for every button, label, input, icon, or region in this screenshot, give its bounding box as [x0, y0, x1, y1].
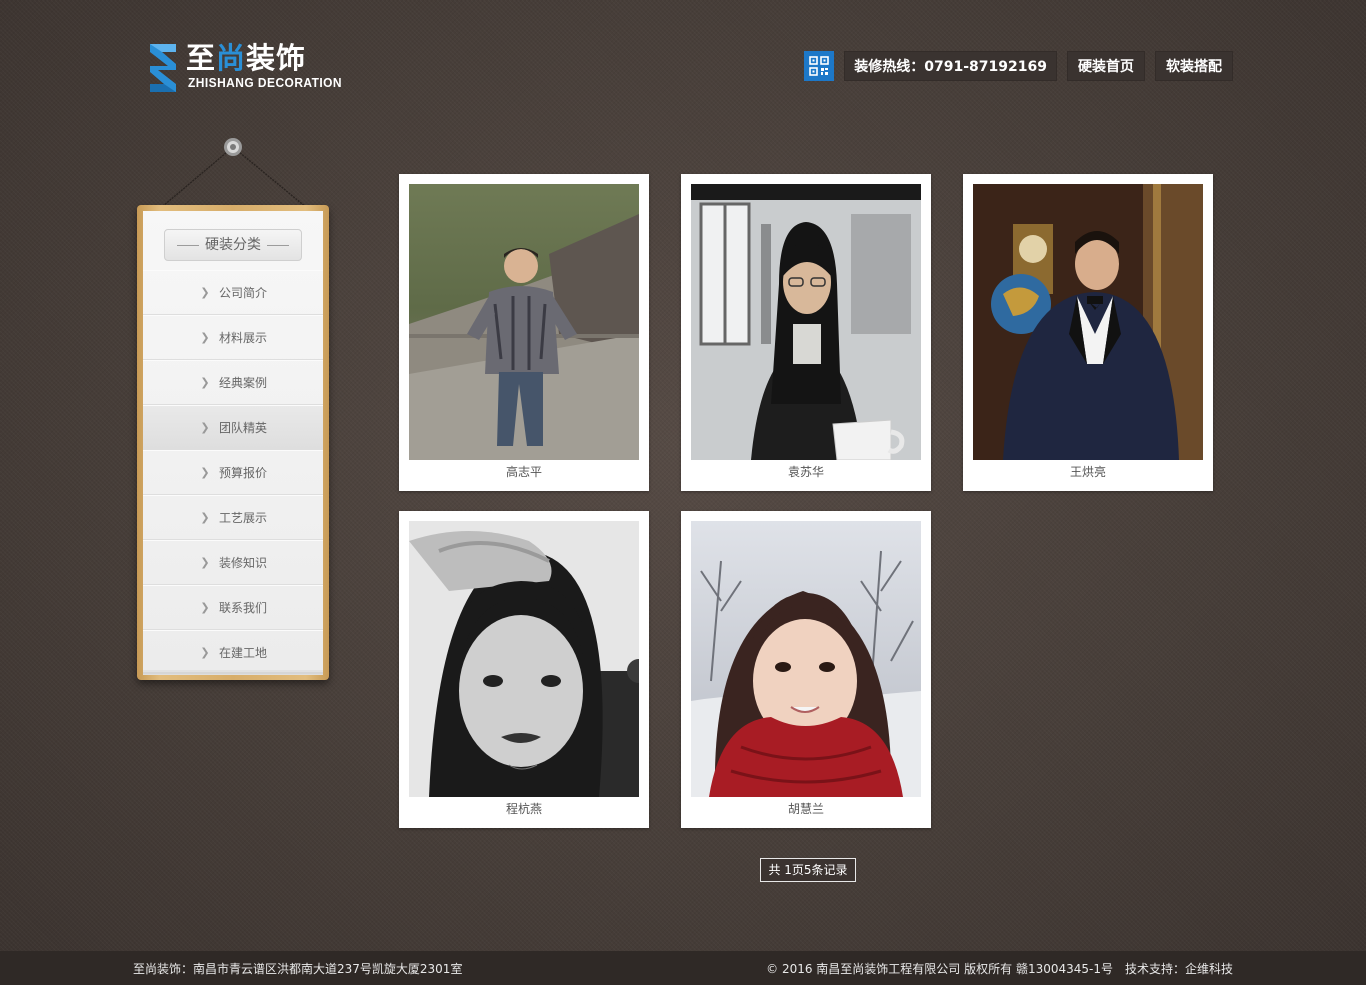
logo-mark-icon	[150, 44, 176, 92]
team-card[interactable]: 王烘亮	[963, 174, 1213, 491]
chevron-right-icon: ❯	[200, 286, 210, 299]
chevron-right-icon: ❯	[200, 556, 210, 569]
category-panel: 硬装分类 ❯ 公司简介 ❯ 材料展示 ❯ 经典案例 ❯ 团队精英 ❯ 预算报价 ❯ 工艺展示…	[143, 211, 323, 675]
sidebar-item-classic-cases[interactable]: ❯ 经典案例	[143, 360, 323, 405]
nav-soft-decoration[interactable]: 软装搭配	[1155, 51, 1233, 81]
team-member-name: 王烘亮	[1069, 465, 1106, 479]
category-board: 硬装分类 ❯ 公司简介 ❯ 材料展示 ❯ 经典案例 ❯ 团队精英 ❯ 预算报价 ❯ 工艺展示…	[137, 205, 329, 680]
team-card[interactable]: 袁苏华	[681, 174, 931, 491]
qr-code-button[interactable]	[804, 51, 835, 81]
team-member-name: 胡慧兰	[787, 802, 824, 816]
footer-tech-support-link[interactable]: 技术支持：企维科技	[1125, 962, 1233, 976]
team-card[interactable]: 程杭燕	[399, 511, 649, 828]
sidebar-item-contact[interactable]: ❯ 联系我们	[143, 585, 323, 630]
team-card[interactable]: 胡慧兰	[681, 511, 931, 828]
team-member-name: 高志平	[505, 465, 542, 479]
footer-copyright: © 2016 南昌至尚装饰工程有限公司 版权所有 赣13004345-1号	[766, 962, 1113, 976]
footer-copyright-block: © 2016 南昌至尚装饰工程有限公司 版权所有 赣13004345-1号 技术支…	[766, 960, 1233, 977]
sidebar-item-team[interactable]: ❯ 团队精英	[143, 405, 323, 450]
sidebar-item-knowledge[interactable]: ❯ 装修知识	[143, 540, 323, 585]
chevron-right-icon: ❯	[200, 466, 210, 479]
chevron-right-icon: ❯	[200, 421, 210, 434]
footer: 至尚装饰：南昌市青云谱区洪都南大道237号凯旋大厦2301室 © 2016 南昌…	[0, 951, 1366, 985]
qr-code-icon	[809, 56, 830, 76]
sidebar-item-quotation[interactable]: ❯ 预算报价	[143, 450, 323, 495]
team-photo	[409, 521, 639, 797]
top-nav: 装修热线：0791-87192169 硬装首页 软装搭配	[804, 51, 1233, 81]
chevron-right-icon: ❯	[200, 511, 210, 524]
pagination-info: 共 1页5条记录	[760, 858, 856, 882]
team-photo	[691, 184, 921, 460]
logo-en: ZHISHANG DECORATION	[188, 75, 343, 90]
chevron-right-icon: ❯	[200, 376, 210, 389]
team-photo	[409, 184, 639, 460]
sidebar-item-sites[interactable]: ❯ 在建工地	[143, 630, 323, 675]
logo-cn: 至尚装饰	[186, 41, 307, 75]
footer-address: 至尚装饰：南昌市青云谱区洪都南大道237号凯旋大厦2301室	[133, 962, 463, 976]
logo[interactable]: 至尚装饰 ZHISHANG DECORATION	[148, 40, 342, 96]
team-member-name: 袁苏华	[787, 465, 824, 479]
sidebar-item-craft[interactable]: ❯ 工艺展示	[143, 495, 323, 540]
team-photo	[691, 521, 921, 797]
sidebar-item-materials[interactable]: ❯ 材料展示	[143, 315, 323, 360]
sidebar-item-company-profile[interactable]: ❯ 公司简介	[143, 270, 323, 315]
hotline: 装修热线：0791-87192169	[844, 51, 1057, 81]
category-title: 硬装分类	[164, 229, 302, 261]
chevron-right-icon: ❯	[200, 331, 210, 344]
nav-hard-decoration-home[interactable]: 硬装首页	[1067, 51, 1145, 81]
chevron-right-icon: ❯	[200, 646, 210, 659]
team-photo	[973, 184, 1203, 460]
team-member-name: 程杭燕	[505, 802, 542, 816]
chevron-right-icon: ❯	[200, 601, 210, 614]
team-card[interactable]: 高志平	[399, 174, 649, 491]
category-menu: ❯ 公司简介 ❯ 材料展示 ❯ 经典案例 ❯ 团队精英 ❯ 预算报价 ❯ 工艺展示 ❯ 装修知…	[143, 270, 323, 675]
